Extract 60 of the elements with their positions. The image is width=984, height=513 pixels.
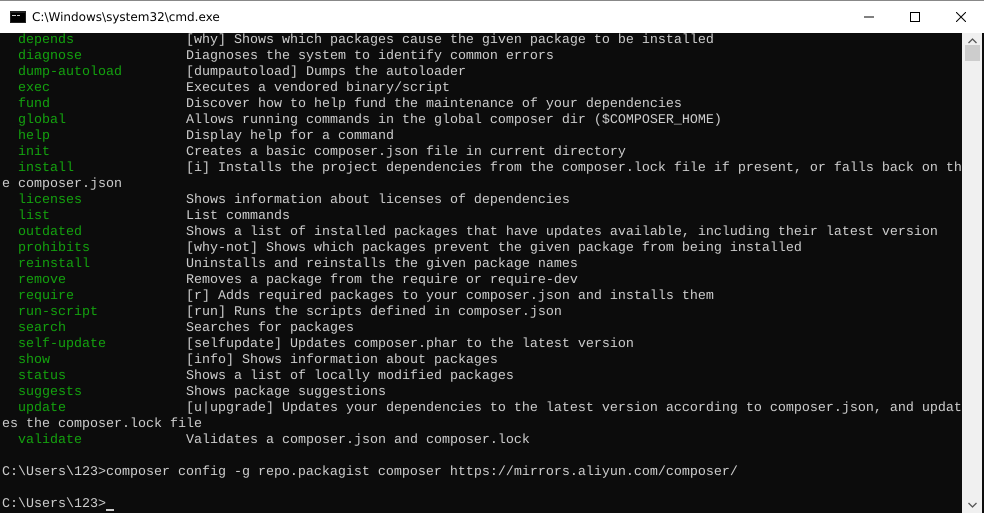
command-name: self-update [18,337,107,353]
command-description: Validates a composer.json and composer.lock [186,433,530,449]
command-description: [u|upgrade] Updates your dependencies to the latest version according to composer.json, and updat [186,401,962,417]
prompt-line: C:\Users\123>composer config -g repo.packagist composer https://mirrors.aliyun.com/composer/ [2,465,738,481]
wrapped-text: e composer.json [2,177,122,193]
command-name: require [18,289,75,305]
command-description: Removes a package from the require or require-dev [186,273,578,289]
command-name: init [18,145,51,161]
command-name: show [18,353,51,369]
command-description: [i] Installs the project dependencies from the composer.lock file if present, or falls back on th [186,161,962,177]
command-description: Allows running commands in the global composer dir ($COMPOSER_HOME) [186,113,722,129]
command-description: Uninstalls and reinstalls the given package names [186,257,578,273]
command-description: [selfupdate] Updates composer.phar to the latest version [186,337,634,353]
scroll-up-icon[interactable] [968,38,976,44]
prompt-line: C:\Users\123> [2,497,106,513]
scroll-thumb[interactable] [964,45,980,61]
command-name: help [18,129,51,145]
command-description: Display help for a command [186,129,394,145]
command-name: prohibits [18,241,91,257]
scrollbar[interactable] [962,33,982,513]
command-description: Shows a list of locally modified packages [186,369,514,385]
command-description: Shows a list of installed packages that have updates available, including their latest version [186,225,938,241]
command-description: [r] Adds required packages to your composer.json and installs them [186,289,714,305]
command-name: run-script [18,305,99,321]
scroll-down-icon[interactable] [968,502,976,508]
command-description: [why] Shows which packages cause the given package to be installed [186,33,714,49]
command-name: fund [18,97,51,113]
command-description: [info] Shows information about packages [186,353,498,369]
command-description: Searches for packages [186,321,354,337]
command-description: [dumpautoload] Dumps the autoloader [186,65,466,81]
maximize-icon[interactable] [910,12,920,22]
command-description: Shows information about licenses of dependencies [186,193,570,209]
command-description: List commands [186,209,290,225]
console-icon [10,11,26,23]
command-name: global [18,113,67,129]
command-name: outdated [18,225,83,241]
command-name: reinstall [18,257,91,273]
window-title: C:\Windows\system32\cmd.exe [32,10,221,24]
command-name: validate [18,433,83,449]
command-description: [run] Runs the scripts defined in composer.json [186,305,562,321]
command-name: licenses [18,193,83,209]
command-description: Creates a basic composer.json file in current directory [186,145,626,161]
close-icon[interactable] [956,12,966,22]
command-name: status [18,369,67,385]
command-name: diagnose [18,49,83,65]
command-description: Executes a vendored binary/script [186,81,450,97]
command-name: dump-autoload [18,65,123,81]
command-name: suggests [18,385,83,401]
command-description: Diagnoses the system to identify common errors [186,49,554,65]
command-name: depends [18,33,75,49]
command-name: list [18,209,51,225]
command-name: exec [18,81,51,97]
command-name: remove [18,273,67,289]
command-description: Shows package suggestions [186,385,386,401]
command-name: update [18,401,67,417]
command-description: Discover how to help fund the maintenance of your dependencies [186,97,682,113]
command-name: install [18,161,75,177]
wrapped-text: es the composer.lock file [2,417,202,433]
command-description: [why-not] Shows which packages prevent the given package from being installed [186,241,802,257]
command-name: search [18,321,67,337]
